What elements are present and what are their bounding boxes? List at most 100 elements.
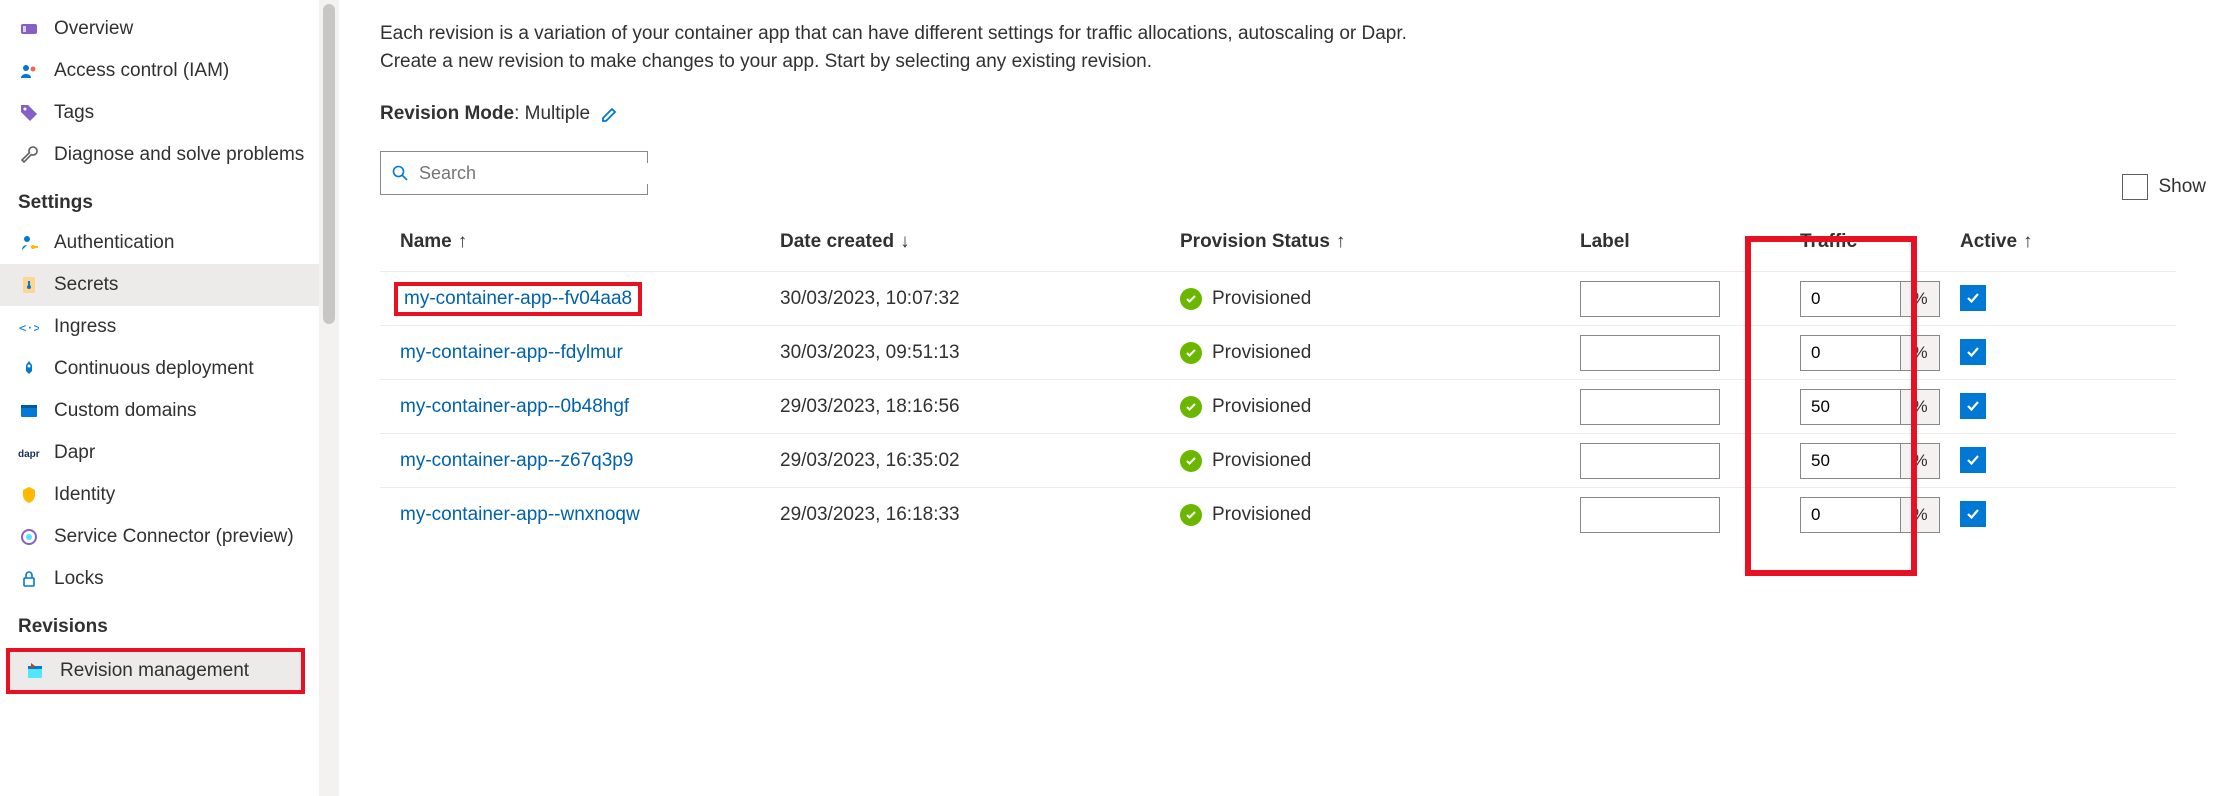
success-icon: [1180, 288, 1202, 310]
sort-arrow-down-icon: ↓: [900, 231, 910, 253]
sidebar-item-ingress[interactable]: <·> Ingress: [0, 306, 339, 348]
traffic-input[interactable]: [1800, 389, 1900, 425]
sidebar-item-overview[interactable]: Overview: [0, 8, 339, 50]
col-header-status[interactable]: Provision Status ↑: [1180, 231, 1580, 253]
traffic-input[interactable]: [1800, 497, 1900, 533]
success-icon: [1180, 342, 1202, 364]
active-checkbox[interactable]: [1960, 285, 1986, 311]
sidebar-label: Overview: [54, 18, 133, 40]
sidebar-item-authentication[interactable]: Authentication: [0, 222, 339, 264]
success-icon: [1180, 450, 1202, 472]
revisions-table: Name ↑ Date created ↓ Provision Status ↑…: [380, 221, 2176, 541]
sidebar-item-continuous-deployment[interactable]: Continuous deployment: [0, 348, 339, 390]
sidebar-item-service-connector[interactable]: Service Connector (preview): [0, 516, 339, 558]
date-cell: 29/03/2023, 18:16:56: [780, 396, 1180, 418]
revision-mode-value: Multiple: [525, 103, 590, 124]
dapr-icon: dapr: [18, 442, 40, 464]
success-icon: [1180, 504, 1202, 526]
highlight-box-revision-management: Revision management: [6, 648, 305, 694]
label-input[interactable]: [1580, 335, 1720, 371]
table-row: my-container-app--fdylmur 30/03/2023, 09:…: [380, 325, 2176, 379]
scrollbar-thumb[interactable]: [323, 4, 335, 324]
revision-name-link[interactable]: my-container-app--fdylmur: [400, 342, 623, 363]
intro-line-1: Each revision is a variation of your con…: [380, 20, 2176, 48]
sidebar-label: Ingress: [54, 316, 116, 338]
traffic-input[interactable]: [1800, 335, 1900, 371]
percent-suffix: %: [1900, 281, 1940, 317]
status-cell: Provisioned: [1180, 504, 1580, 526]
sidebar: Overview Access control (IAM) Tags Diagn…: [0, 0, 340, 796]
table-row: my-container-app--z67q3p929/03/2023, 16:…: [380, 433, 2176, 487]
sidebar-label: Tags: [54, 102, 94, 124]
show-filter-group: Show: [2122, 174, 2206, 200]
sidebar-label: Continuous deployment: [54, 358, 254, 380]
sidebar-item-revision-management[interactable]: Revision management: [10, 652, 301, 690]
active-checkbox[interactable]: [1960, 501, 1986, 527]
date-cell: 30/03/2023, 09:51:13: [780, 342, 1180, 364]
active-checkbox[interactable]: [1960, 393, 1986, 419]
search-icon: [391, 164, 409, 182]
col-header-traffic[interactable]: Traffic: [1780, 231, 1960, 253]
sidebar-label: Authentication: [54, 232, 174, 254]
label-input[interactable]: [1580, 497, 1720, 533]
domains-icon: [18, 400, 40, 422]
percent-suffix: %: [1900, 497, 1940, 533]
status-cell: Provisioned: [1180, 396, 1580, 418]
person-key-icon: [18, 232, 40, 254]
connector-icon: [18, 526, 40, 548]
sidebar-item-tags[interactable]: Tags: [0, 92, 339, 134]
show-checkbox[interactable]: [2122, 174, 2148, 200]
sidebar-item-custom-domains[interactable]: Custom domains: [0, 390, 339, 432]
sidebar-label: Locks: [54, 568, 104, 590]
revision-mode-label: Revision Mode: [380, 103, 514, 124]
sidebar-item-locks[interactable]: Locks: [0, 558, 339, 600]
active-checkbox[interactable]: [1960, 339, 1986, 365]
sort-arrow-up-icon: ↑: [1336, 231, 1346, 253]
col-header-name[interactable]: Name ↑: [380, 231, 780, 253]
key-file-icon: [18, 274, 40, 296]
table-row: my-container-app--wnxnoqw29/03/2023, 16:…: [380, 487, 2176, 541]
revision-name-link[interactable]: my-container-app--fv04aa8: [404, 288, 632, 309]
revision-name-link[interactable]: my-container-app--z67q3p9: [400, 450, 633, 471]
sidebar-heading-settings: Settings: [0, 176, 339, 222]
search-input[interactable]: [419, 163, 651, 184]
people-icon: [18, 60, 40, 82]
sidebar-item-identity[interactable]: Identity: [0, 474, 339, 516]
sidebar-label: Service Connector (preview): [54, 526, 294, 548]
active-checkbox[interactable]: [1960, 447, 1986, 473]
traffic-input[interactable]: [1800, 281, 1900, 317]
sidebar-item-diagnose[interactable]: Diagnose and solve problems: [0, 134, 339, 176]
intro-line-2: Create a new revision to make changes to…: [380, 48, 2176, 76]
sidebar-label: Dapr: [54, 442, 95, 464]
sidebar-item-iam[interactable]: Access control (IAM): [0, 50, 339, 92]
sidebar-label: Diagnose and solve problems: [54, 144, 304, 166]
rocket-icon: [18, 358, 40, 380]
col-header-active[interactable]: Active ↑: [1960, 231, 2140, 253]
success-icon: [1180, 396, 1202, 418]
status-cell: Provisioned: [1180, 288, 1580, 310]
edit-mode-icon[interactable]: [600, 104, 620, 124]
label-input[interactable]: [1580, 443, 1720, 479]
intro-text: Each revision is a variation of your con…: [380, 20, 2176, 75]
sidebar-item-dapr[interactable]: dapr Dapr: [0, 432, 339, 474]
label-input[interactable]: [1580, 389, 1720, 425]
svg-text:dapr: dapr: [18, 449, 40, 460]
sidebar-item-secrets[interactable]: Secrets: [0, 264, 339, 306]
sidebar-label: Custom domains: [54, 400, 197, 422]
label-input[interactable]: [1580, 281, 1720, 317]
search-box[interactable]: [380, 151, 648, 195]
scrollbar-track: [319, 0, 339, 796]
col-header-label[interactable]: Label: [1580, 231, 1780, 253]
col-header-date[interactable]: Date created ↓: [780, 231, 1180, 253]
svg-text:<·>: <·>: [19, 321, 39, 335]
revision-name-link[interactable]: my-container-app--wnxnoqw: [400, 504, 640, 525]
percent-suffix: %: [1900, 443, 1940, 479]
show-label: Show: [2158, 176, 2206, 198]
status-cell: Provisioned: [1180, 342, 1580, 364]
sort-arrow-up-icon: ↑: [2023, 231, 2033, 253]
traffic-input[interactable]: [1800, 443, 1900, 479]
ingress-icon: <·>: [18, 316, 40, 338]
revision-name-link[interactable]: my-container-app--0b48hgf: [400, 396, 629, 417]
percent-suffix: %: [1900, 389, 1940, 425]
main-content: Each revision is a variation of your con…: [340, 0, 2216, 796]
